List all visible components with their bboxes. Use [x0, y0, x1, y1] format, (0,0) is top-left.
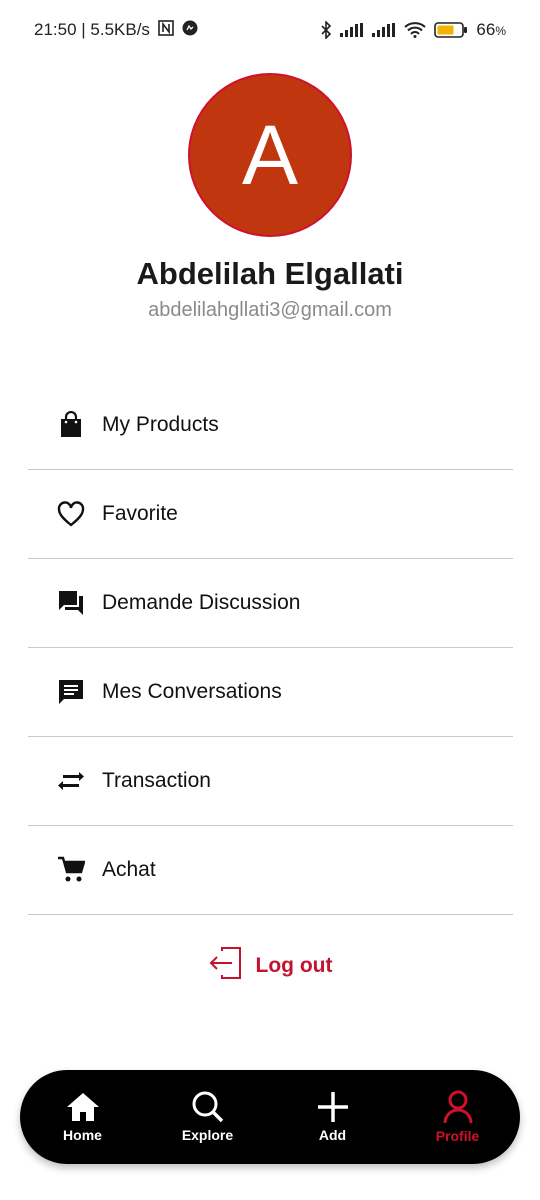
- search-icon: [190, 1091, 226, 1123]
- cart-icon: [56, 855, 86, 885]
- nav-item-home[interactable]: Home: [33, 1091, 133, 1143]
- status-time-speed: 21:50 | 5.5KB/s: [34, 20, 150, 39]
- profile-email: abdelilahgllati3@gmail.com: [148, 299, 392, 321]
- nav-label: Home: [63, 1127, 102, 1143]
- menu-item-favorite[interactable]: Favorite: [28, 470, 513, 559]
- nav-label: Profile: [435, 1128, 480, 1144]
- logout-button[interactable]: Log out: [0, 946, 540, 986]
- plus-icon: [315, 1091, 351, 1123]
- menu-item-demande-discussion[interactable]: Demande Discussion: [28, 559, 513, 648]
- home-icon: [65, 1091, 101, 1123]
- nfc-icon: [158, 19, 174, 41]
- status-left: 21:50 | 5.5KB/s: [34, 19, 198, 41]
- status-right: 66%: [320, 20, 506, 40]
- menu-item-label: Achat: [102, 858, 156, 881]
- menu-item-label: Demande Discussion: [102, 591, 301, 614]
- battery-icon: [434, 22, 468, 38]
- signal-icon-2: [372, 23, 396, 37]
- nav-label: Add: [318, 1127, 347, 1143]
- heart-icon: [56, 499, 86, 529]
- user-icon: [440, 1090, 476, 1124]
- menu-item-transaction[interactable]: Transaction: [28, 737, 513, 826]
- menu-item-label: Favorite: [102, 502, 178, 525]
- logout-label: Log out: [255, 954, 333, 977]
- bottom-nav: Home Explore Add Profile: [20, 1070, 520, 1164]
- menu-item-mes-conversations[interactable]: Mes Conversations: [28, 648, 513, 737]
- shopping-bag-icon: [56, 410, 86, 440]
- nav-item-profile[interactable]: Profile: [408, 1090, 508, 1144]
- signal-icon: [340, 23, 364, 37]
- swap-arrows-icon: [56, 766, 86, 796]
- menu-item-achat[interactable]: Achat: [28, 826, 513, 915]
- nav-item-add[interactable]: Add: [283, 1091, 383, 1143]
- battery-unit: %: [495, 24, 506, 38]
- chat-icon: [56, 677, 86, 707]
- menu-item-label: My Products: [102, 413, 219, 436]
- menu-item-label: Transaction: [102, 769, 211, 792]
- wifi-icon: [404, 22, 427, 38]
- profile-name: Abdelilah Elgallati: [136, 256, 404, 291]
- menu-item-label: Mes Conversations: [102, 680, 282, 703]
- forum-icon: [56, 588, 86, 618]
- bluetooth-icon: [320, 21, 332, 39]
- logout-icon: [208, 945, 244, 987]
- avatar[interactable]: A: [188, 73, 352, 237]
- nav-label: Explore: [181, 1127, 234, 1143]
- nav-item-explore[interactable]: Explore: [158, 1091, 258, 1143]
- status-bar: 21:50 | 5.5KB/s 66%: [0, 0, 540, 60]
- battery-percent: 66: [476, 20, 496, 39]
- profile-menu: My Products Favorite Demande Discussion …: [28, 381, 513, 915]
- menu-item-my-products[interactable]: My Products: [28, 381, 513, 470]
- app-notification-icon: [182, 20, 198, 41]
- battery-level: 66%: [476, 20, 506, 40]
- avatar-initial: A: [241, 107, 299, 202]
